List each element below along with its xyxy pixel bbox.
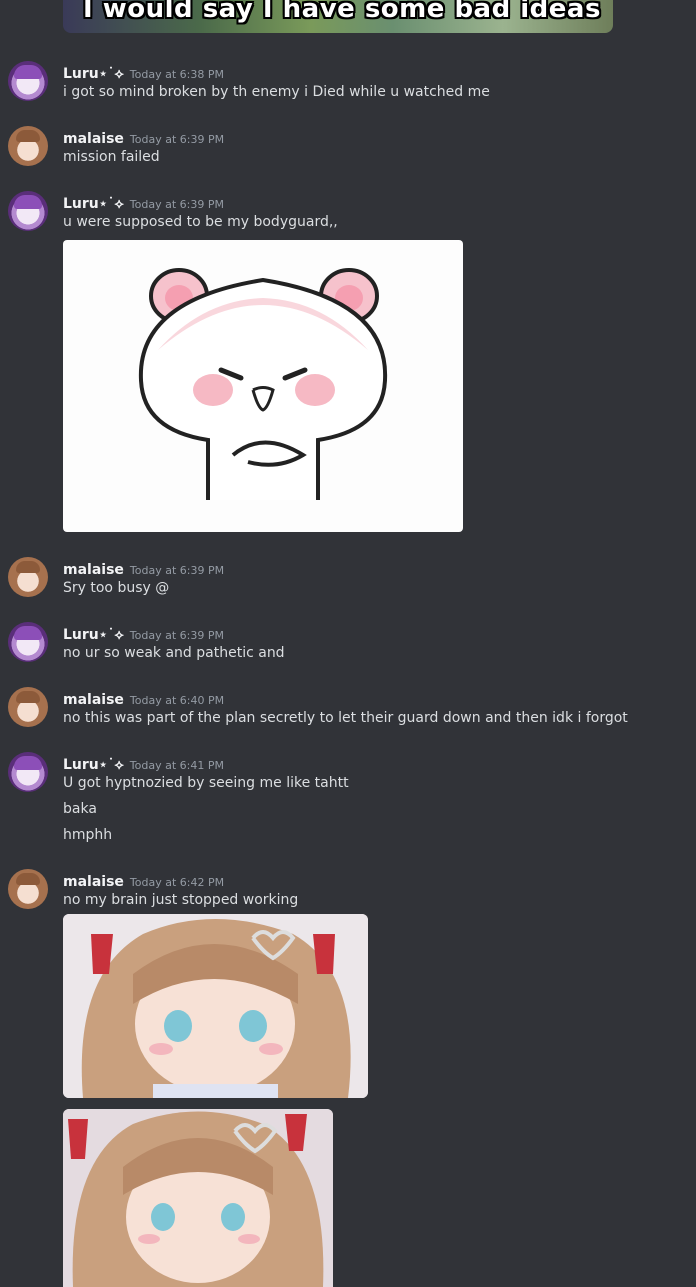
bear-sticker-image[interactable] [63, 240, 463, 532]
message-text: mission failed [63, 149, 160, 165]
timestamp[interactable]: Today at 6:39 PM [130, 564, 224, 577]
username[interactable]: Luru⋆˙⟡ [63, 66, 124, 82]
message-text: i got so mind broken by th enemy i Died … [63, 84, 490, 100]
username[interactable]: Luru⋆˙⟡ [63, 757, 124, 773]
avatar[interactable] [8, 622, 48, 662]
username[interactable]: Luru⋆˙⟡ [63, 196, 124, 212]
username[interactable]: Luru⋆˙⟡ [63, 627, 124, 643]
avatar[interactable] [8, 557, 48, 597]
avatar[interactable] [8, 869, 48, 909]
message-text: Sry too busy @ [63, 580, 170, 596]
message-text: no ur so weak and pathetic and [63, 645, 285, 661]
timestamp[interactable]: Today at 6:38 PM [130, 68, 224, 81]
message-header: Luru⋆˙⟡ Today at 6:41 PM [63, 754, 224, 773]
message-text: no my brain just stopped working [63, 892, 299, 908]
timestamp[interactable]: Today at 6:39 PM [130, 198, 224, 211]
gif-attachment[interactable]: I would say I have some bad ideas [63, 0, 613, 33]
username[interactable]: malaise [63, 562, 124, 578]
gif-caption: I would say I have some bad ideas [83, 0, 601, 24]
anime-girl-icon [63, 914, 368, 1098]
timestamp[interactable]: Today at 6:39 PM [130, 133, 224, 146]
message-text: no this was part of the plan secretly to… [63, 710, 628, 726]
avatar[interactable] [8, 126, 48, 166]
avatar[interactable] [8, 687, 48, 727]
bear-icon [138, 268, 388, 500]
message-header: malaise Today at 6:40 PM [63, 689, 224, 708]
anime-girl-image[interactable] [63, 1109, 333, 1287]
timestamp[interactable]: Today at 6:41 PM [130, 759, 224, 772]
message-text: baka [63, 801, 97, 817]
message-header: Luru⋆˙⟡ Today at 6:39 PM [63, 193, 224, 212]
timestamp[interactable]: Today at 6:39 PM [130, 629, 224, 642]
username[interactable]: malaise [63, 131, 124, 147]
message-header: malaise Today at 6:39 PM [63, 559, 224, 578]
message-header: malaise Today at 6:39 PM [63, 128, 224, 147]
avatar[interactable] [8, 191, 48, 231]
username[interactable]: malaise [63, 692, 124, 708]
message-text: u were supposed to be my bodyguard,, [63, 214, 338, 230]
username[interactable]: malaise [63, 874, 124, 890]
timestamp[interactable]: Today at 6:40 PM [130, 694, 224, 707]
avatar[interactable] [8, 752, 48, 792]
message-text: U got hyptnozied by seeing me like tahtt [63, 775, 349, 791]
anime-girl-icon [63, 1109, 333, 1287]
timestamp[interactable]: Today at 6:42 PM [130, 876, 224, 889]
anime-girl-image[interactable] [63, 914, 368, 1098]
message-header: malaise Today at 6:42 PM [63, 871, 224, 890]
avatar[interactable] [8, 61, 48, 101]
message-text: hmphh [63, 827, 113, 843]
message-header: Luru⋆˙⟡ Today at 6:38 PM [63, 63, 224, 82]
message-header: Luru⋆˙⟡ Today at 6:39 PM [63, 624, 224, 643]
